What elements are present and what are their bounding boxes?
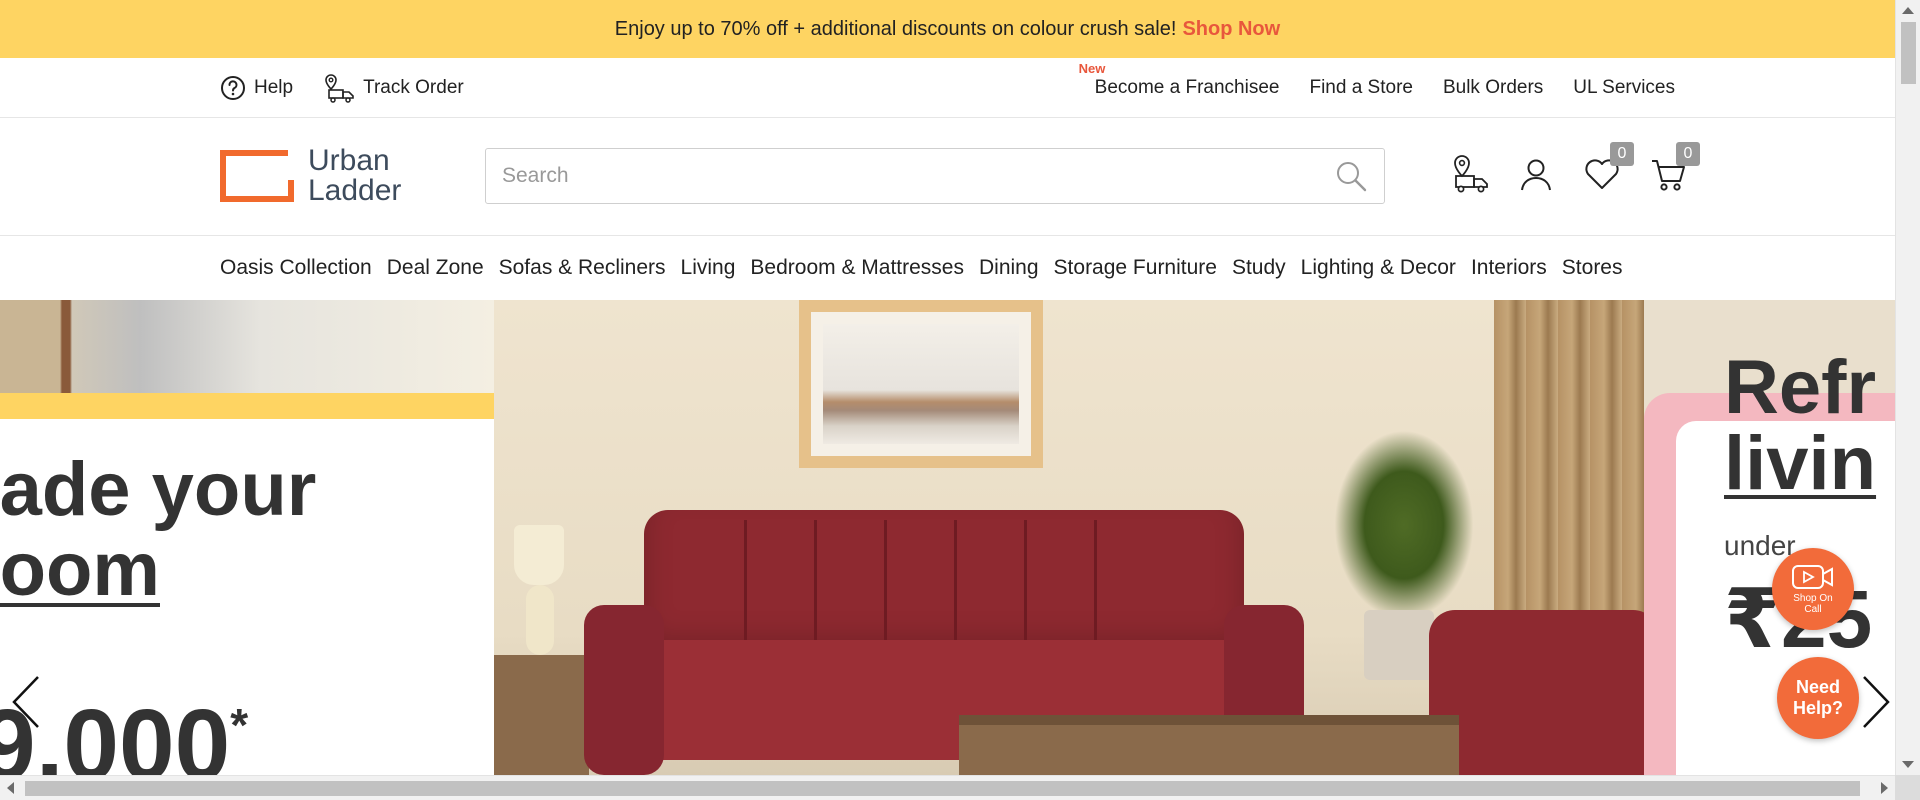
account-button[interactable] bbox=[1516, 154, 1556, 194]
scroll-up-arrow-icon[interactable] bbox=[1902, 7, 1914, 14]
find-a-store-link[interactable]: Find a Store bbox=[1309, 77, 1413, 99]
plant bbox=[1334, 430, 1474, 620]
nav-item-stores[interactable]: Stores bbox=[1562, 256, 1623, 280]
search-icon[interactable] bbox=[1334, 159, 1368, 193]
previous-slide-heading: rade your room bbox=[0, 447, 317, 612]
scroll-right-arrow-icon[interactable] bbox=[1881, 782, 1888, 794]
shop-on-call-label: Shop On Call bbox=[1793, 593, 1833, 615]
cart-button[interactable]: 0 bbox=[1648, 142, 1700, 194]
need-help-label: Need Help? bbox=[1792, 677, 1843, 718]
red-armchair bbox=[1429, 610, 1644, 775]
nav-item-interiors[interactable]: Interiors bbox=[1471, 256, 1547, 280]
need-help-button[interactable]: Need Help? bbox=[1777, 657, 1859, 739]
ul-services-link[interactable]: UL Services bbox=[1573, 77, 1675, 99]
question-circle-icon bbox=[221, 76, 245, 100]
delivery-truck-location-icon bbox=[325, 74, 354, 103]
wishlist-count-badge: 0 bbox=[1610, 142, 1634, 166]
nav-item-lighting-decor[interactable]: Lighting & Decor bbox=[1301, 256, 1456, 280]
become-franchisee-label: Become a Franchisee bbox=[1094, 77, 1280, 98]
become-franchisee-link[interactable]: New Become a Franchisee bbox=[1079, 61, 1280, 99]
track-order-label: Track Order bbox=[363, 77, 464, 98]
bulk-orders-link[interactable]: Bulk Orders bbox=[1443, 77, 1543, 99]
help-label: Help bbox=[254, 77, 294, 98]
store-locator-button[interactable] bbox=[1450, 154, 1490, 194]
coffee-table bbox=[959, 715, 1459, 775]
nav-item-study[interactable]: Study bbox=[1232, 256, 1286, 280]
vertical-scroll-thumb[interactable] bbox=[1901, 22, 1916, 84]
next-slide-subtext: under bbox=[1724, 530, 1796, 561]
promo-text: Enjoy up to 70% off + additional discoun… bbox=[614, 17, 1177, 40]
nav-item-oasis-collection[interactable]: Oasis Collection bbox=[220, 256, 372, 280]
hero-living-room-image[interactable] bbox=[494, 300, 1644, 775]
cart-count-badge: 0 bbox=[1676, 142, 1700, 166]
header-icons: 0 0 bbox=[1450, 142, 1700, 194]
carousel-next-arrow-icon[interactable] bbox=[1854, 672, 1894, 732]
previous-slide[interactable]: rade your room 9,000* bbox=[0, 300, 494, 775]
nav-item-sofas-recliners[interactable]: Sofas & Recliners bbox=[499, 256, 666, 280]
scroll-down-arrow-icon[interactable] bbox=[1902, 761, 1914, 768]
logo-line-2: Ladder bbox=[308, 174, 402, 207]
help-link[interactable]: Help bbox=[220, 75, 293, 101]
nav-item-storage-furniture[interactable]: Storage Furniture bbox=[1054, 256, 1217, 280]
track-order-link[interactable]: Track Order bbox=[323, 73, 464, 103]
search-bar bbox=[485, 148, 1385, 204]
page: Enjoy up to 70% off + additional discoun… bbox=[0, 0, 1920, 800]
new-tag: New bbox=[1078, 61, 1106, 76]
nav-item-dining[interactable]: Dining bbox=[979, 256, 1039, 280]
logo-mark-icon bbox=[220, 150, 294, 202]
urban-ladder-logo[interactable]: Urban Ladder bbox=[220, 146, 401, 206]
next-slide-heading: Refr livin bbox=[1724, 345, 1877, 506]
horizontal-scrollbar[interactable] bbox=[0, 775, 1895, 800]
horizontal-scroll-thumb[interactable] bbox=[25, 781, 1860, 796]
wall-art-frame bbox=[799, 300, 1043, 468]
logo-line-1: Urban bbox=[308, 144, 390, 177]
vertical-scrollbar[interactable] bbox=[1895, 0, 1920, 775]
carousel-prev-arrow-icon[interactable] bbox=[8, 672, 48, 732]
shop-on-call-button[interactable]: Shop On Call bbox=[1772, 548, 1854, 630]
hero-carousel[interactable]: rade your room 9,000* bbox=[0, 300, 1895, 775]
nav-item-living[interactable]: Living bbox=[681, 256, 736, 280]
side-table bbox=[494, 655, 589, 775]
shop-now-link[interactable]: Shop Now bbox=[1182, 18, 1280, 41]
search-input[interactable] bbox=[502, 164, 1334, 188]
promo-banner: Enjoy up to 70% off + additional discoun… bbox=[0, 0, 1895, 58]
wishlist-button[interactable]: 0 bbox=[1582, 142, 1634, 194]
table-lamp bbox=[514, 525, 564, 585]
scroll-left-arrow-icon[interactable] bbox=[7, 782, 14, 794]
nav-item-bedroom-mattresses[interactable]: Bedroom & Mattresses bbox=[750, 256, 964, 280]
store-locator-truck-icon bbox=[1454, 155, 1488, 193]
category-nav: Oasis Collection Deal Zone Sofas & Recli… bbox=[0, 236, 1895, 300]
video-camera-icon bbox=[1792, 565, 1833, 589]
utility-bar: Help Track Order New Become a Franchisee bbox=[0, 58, 1895, 118]
nav-item-deal-zone[interactable]: Deal Zone bbox=[387, 256, 484, 280]
main-header: Urban Ladder Search 0 0 bbox=[0, 118, 1895, 236]
user-account-icon bbox=[1521, 159, 1551, 191]
